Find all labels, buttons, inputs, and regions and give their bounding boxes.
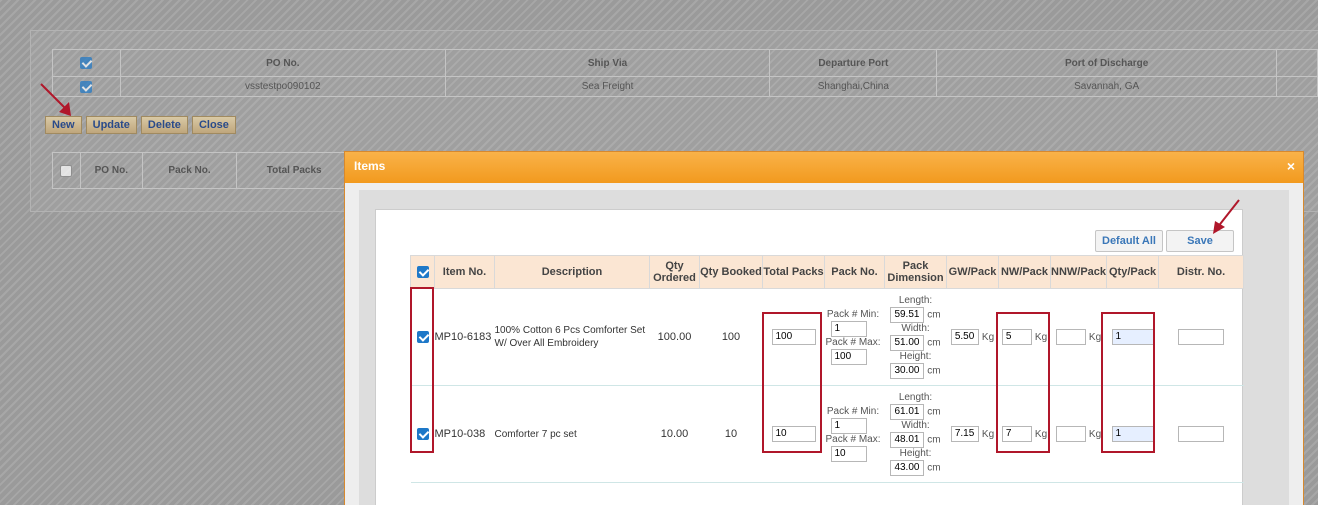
annotation-arrow-new <box>40 83 71 116</box>
col-distr-no: Distr. No. <box>1158 255 1245 289</box>
col-pack-no: Pack No. <box>824 255 885 289</box>
update-button[interactable]: Update <box>85 116 137 134</box>
items-select-all-checkbox[interactable] <box>416 266 429 279</box>
cell-description: Comforter 7 pc set <box>494 385 650 483</box>
col-nw-pack: NW/Pack <box>998 255 1051 289</box>
cell-qty-booked: 100 <box>699 288 763 386</box>
nnw-input[interactable] <box>1055 329 1086 345</box>
pack-max-input[interactable]: 100 <box>830 349 867 365</box>
width-label: Width: <box>901 323 930 334</box>
unit-label: Kg <box>1034 428 1048 440</box>
unit-label: cm <box>927 365 941 377</box>
pack-max-label: Pack # Max: <box>825 337 881 348</box>
unit-label: Kg <box>1034 331 1048 343</box>
nnw-input[interactable] <box>1055 426 1086 442</box>
po-table: PO No. Ship Via Departure Port Port of D… <box>52 49 1318 97</box>
col-pack-no: Pack No. <box>141 152 238 189</box>
item-row[interactable]: MP10-6183 100% Cotton 6 Pcs Comforter Se… <box>410 288 1244 386</box>
col-total-packs: Total Packs <box>762 255 825 289</box>
default-all-button[interactable]: Default All <box>1095 230 1163 252</box>
nw-input[interactable]: 7 <box>1001 426 1032 442</box>
packs-select-all-checkbox[interactable] <box>60 164 73 177</box>
cell-port-of-discharge: Savannah, GA <box>936 76 1277 97</box>
height-label: Height: <box>899 448 932 459</box>
qty-pack-input[interactable]: 1 <box>1111 426 1154 442</box>
col-gw-pack: GW/Pack <box>946 255 999 289</box>
width-input[interactable]: 51.00 <box>890 335 925 351</box>
length-label: Length: <box>898 392 933 403</box>
col-pack-dimension: Pack Dimension <box>884 255 947 289</box>
nw-input[interactable]: 5 <box>1001 329 1032 345</box>
length-input[interactable]: 59.51 <box>890 307 925 323</box>
unit-label: Kg <box>1088 428 1102 440</box>
unit-label: cm <box>927 406 941 418</box>
cell-item-no: MP10-6183 <box>434 288 495 386</box>
annotation-arrow-save <box>1213 199 1240 234</box>
table-row[interactable]: vsstestpo090102 Sea Freight Shanghai,Chi… <box>52 76 1318 97</box>
unit-label: cm <box>927 462 941 474</box>
cell-qty-booked: 10 <box>699 385 763 483</box>
width-input[interactable]: 48.01 <box>890 432 925 448</box>
col-po-no: PO No. <box>119 49 446 77</box>
items-table: Item No. Description Qty Ordered Qty Boo… <box>410 255 1245 483</box>
height-input[interactable]: 43.00 <box>890 460 925 476</box>
unit-label: cm <box>927 434 941 446</box>
gw-input[interactable]: 5.50 <box>950 329 979 345</box>
cell-po-no: vsstestpo090102 <box>119 76 446 97</box>
items-table-header: Item No. Description Qty Ordered Qty Boo… <box>410 255 1245 289</box>
col-po-no-2: PO No. <box>79 152 143 189</box>
width-label: Width: <box>901 420 930 431</box>
item-row[interactable]: MP10-038 Comforter 7 pc set 10.00 10 10 … <box>410 385 1244 483</box>
gw-input[interactable]: 7.15 <box>950 426 979 442</box>
col-qty-booked: Qty Booked <box>699 255 763 289</box>
cell-qty-ordered: 10.00 <box>649 385 700 483</box>
cell-qty-ordered: 100.00 <box>649 288 700 386</box>
unit-label: Kg <box>1088 331 1102 343</box>
pack-min-label: Pack # Min: <box>826 309 880 320</box>
select-all-checkbox[interactable] <box>80 57 93 69</box>
qty-pack-input[interactable]: 1 <box>1111 329 1154 345</box>
distr-no-input[interactable] <box>1178 426 1225 442</box>
cell-description: 100% Cotton 6 Pcs Comforter Set W/ Over … <box>494 288 650 386</box>
total-packs-input[interactable]: 10 <box>771 426 816 442</box>
pack-min-label: Pack # Min: <box>826 406 880 417</box>
cell-departure-port: Shanghai,China <box>769 76 938 97</box>
modal-title: Items <box>354 159 386 173</box>
po-table-header: PO No. Ship Via Departure Port Port of D… <box>52 49 1318 77</box>
close-icon[interactable]: × <box>1287 158 1295 174</box>
pack-max-input[interactable]: 10 <box>830 446 867 462</box>
col-nnw-pack: NNW/Pack <box>1049 255 1108 289</box>
close-button[interactable]: Close <box>191 116 236 134</box>
unit-label: Kg <box>981 428 995 440</box>
height-label: Height: <box>899 351 932 362</box>
col-port-of-discharge: Port of Discharge <box>936 49 1277 77</box>
length-input[interactable]: 61.01 <box>890 404 925 420</box>
col-item-no: Item No. <box>434 255 495 289</box>
col-description: Description <box>494 255 650 289</box>
height-input[interactable]: 30.00 <box>890 363 925 379</box>
pack-min-input[interactable]: 1 <box>830 321 867 337</box>
unit-label: cm <box>927 309 941 321</box>
item-row-checkbox[interactable] <box>416 428 429 441</box>
col-ship-via: Ship Via <box>444 49 771 77</box>
delete-button[interactable]: Delete <box>140 116 188 134</box>
cell-ship-via: Sea Freight <box>444 76 771 97</box>
length-label: Length: <box>898 295 933 306</box>
distr-no-input[interactable] <box>1178 329 1225 345</box>
pack-min-input[interactable]: 1 <box>830 418 867 434</box>
unit-label: Kg <box>981 331 995 343</box>
item-row-checkbox[interactable] <box>416 331 429 344</box>
col-qty-pack: Qty/Pack <box>1106 255 1160 289</box>
col-total-packs: Total Packs <box>236 152 352 189</box>
col-departure-port: Departure Port <box>769 49 938 77</box>
cell-item-no: MP10-038 <box>434 385 495 483</box>
total-packs-input[interactable]: 100 <box>771 329 816 345</box>
pack-max-label: Pack # Max: <box>825 434 881 445</box>
packs-table: PO No. Pack No. Total Packs <box>52 152 352 189</box>
col-qty-ordered: Qty Ordered <box>649 255 700 289</box>
modal-header: Items × <box>345 152 1303 183</box>
row-checkbox[interactable] <box>80 80 93 93</box>
unit-label: cm <box>927 337 941 349</box>
